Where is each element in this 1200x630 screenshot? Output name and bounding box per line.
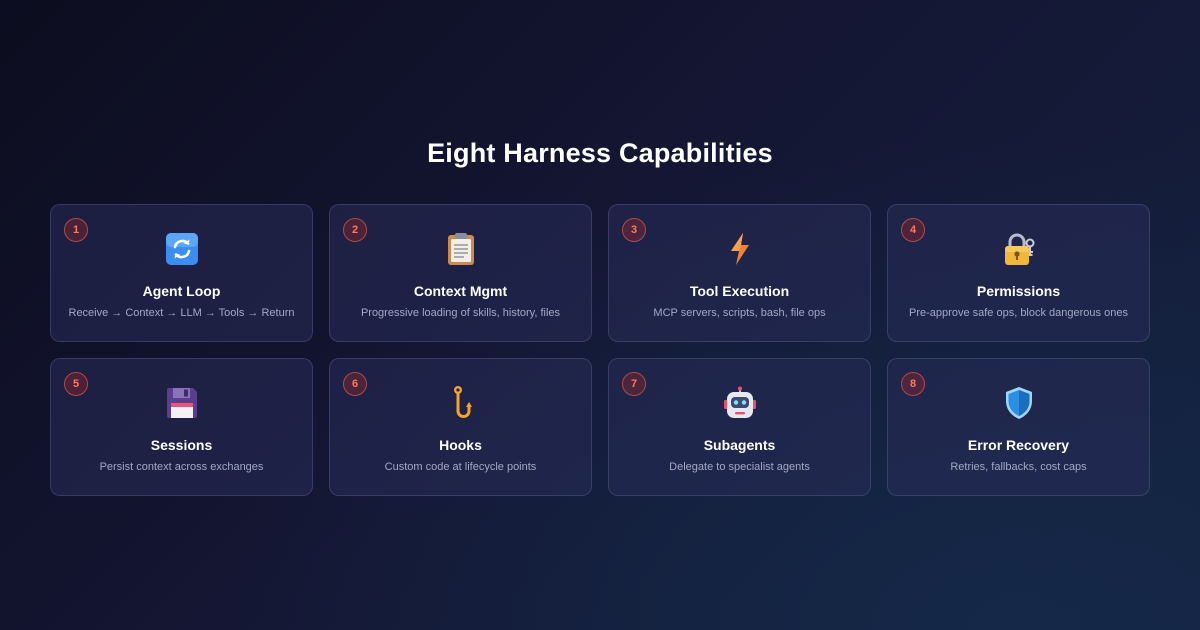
floppy-disk-icon	[164, 385, 200, 421]
clipboard-icon	[443, 231, 479, 267]
card-description: Custom code at lifecycle points	[384, 461, 537, 473]
card-description: Progressive loading of skills, history, …	[360, 307, 561, 319]
card-title: Hooks	[439, 437, 482, 453]
card-description: MCP servers, scripts, bash, file ops	[653, 307, 826, 319]
card-number-badge: 7	[622, 372, 646, 396]
card-description: Pre-approve safe ops, block dangerous on…	[909, 307, 1128, 319]
capability-card-sessions: 5 Sessions Persist context across exchan…	[50, 358, 313, 496]
card-number-badge: 8	[901, 372, 925, 396]
capability-card-context-mgmt: 2 Context Mgmt Progressive loading of sk…	[329, 204, 592, 342]
card-description: Persist context across exchanges	[99, 461, 264, 473]
card-number-badge: 5	[64, 372, 88, 396]
page-title: Eight Harness Capabilities	[427, 138, 773, 168]
capability-card-agent-loop: 1 Agent Loop Receive → Context → LLM → T…	[50, 204, 313, 342]
card-number-badge: 4	[901, 218, 925, 242]
hook-icon	[443, 385, 479, 421]
card-number-badge: 3	[622, 218, 646, 242]
card-description: Delegate to specialist agents	[669, 461, 810, 473]
card-description: Retries, fallbacks, cost caps	[950, 461, 1087, 473]
capability-card-subagents: 7 Subagents Delegate to specialist agent…	[608, 358, 871, 496]
capability-card-error-recovery: 8 Error Recovery Retries, fallbacks, cos…	[887, 358, 1150, 496]
card-number-badge: 1	[64, 218, 88, 242]
card-description: Receive → Context → LLM → Tools → Return	[68, 307, 295, 319]
capability-card-permissions: 4 Permissions Pre-approve safe ops, bloc…	[887, 204, 1150, 342]
card-title: Subagents	[703, 437, 776, 453]
card-title: Agent Loop	[142, 283, 221, 299]
capabilities-grid: 1 Agent Loop Receive → Context → LLM → T…	[50, 204, 1150, 496]
card-title: Permissions	[976, 283, 1061, 299]
capability-card-tool-execution: 3 Tool Execution MCP servers, scripts, b…	[608, 204, 871, 342]
robot-icon	[722, 385, 758, 421]
card-title: Sessions	[150, 437, 213, 453]
refresh-icon	[164, 231, 200, 267]
card-number-badge: 2	[343, 218, 367, 242]
card-title: Error Recovery	[967, 437, 1070, 453]
shield-icon	[1001, 385, 1037, 421]
card-title: Tool Execution	[689, 283, 790, 299]
capability-card-hooks: 6 Hooks Custom code at lifecycle points	[329, 358, 592, 496]
card-number-badge: 6	[343, 372, 367, 396]
card-title: Context Mgmt	[413, 283, 508, 299]
lock-with-key-icon	[1001, 231, 1037, 267]
lightning-icon	[722, 231, 758, 267]
